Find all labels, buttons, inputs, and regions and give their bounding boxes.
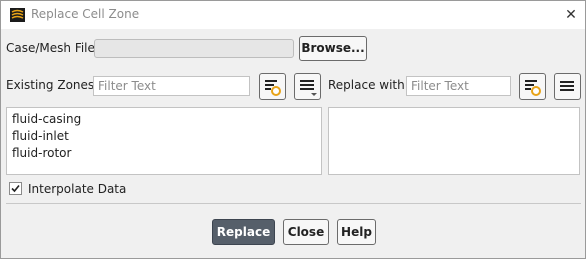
interpolate-data-checkbox[interactable] — [9, 182, 22, 195]
existing-zones-filter-options-button[interactable] — [259, 73, 286, 100]
browse-button[interactable]: Browse... — [299, 36, 367, 61]
list-options-icon — [300, 80, 317, 96]
case-mesh-file-field[interactable] — [94, 39, 294, 58]
filter-options-icon — [265, 80, 281, 96]
filter-options-icon — [525, 80, 541, 96]
list-options-icon — [560, 81, 574, 91]
close-icon[interactable]: ✕ — [561, 5, 581, 25]
list-item[interactable]: fluid-casing — [12, 112, 81, 126]
replace-button[interactable]: Replace — [212, 219, 275, 245]
replace-with-filter-options-button[interactable] — [519, 73, 546, 100]
close-button[interactable]: Close — [283, 219, 329, 245]
divider — [6, 203, 581, 204]
replace-with-label: Replace with — [328, 78, 405, 92]
window-title: Replace Cell Zone — [31, 7, 140, 21]
existing-zones-label: Existing Zones — [6, 78, 95, 92]
existing-zones-list-options-button[interactable] — [294, 73, 321, 100]
fluent-app-icon — [10, 8, 25, 22]
list-item[interactable]: fluid-rotor — [12, 146, 71, 160]
title-bar: Replace Cell Zone ✕ — [1, 1, 585, 29]
interpolate-data-label: Interpolate Data — [28, 182, 127, 196]
existing-zones-filter-input[interactable] — [93, 76, 250, 96]
replace-with-list-options-button[interactable] — [554, 73, 581, 100]
replace-cell-zone-dialog: Replace Cell Zone ✕ Case/Mesh File Brows… — [0, 0, 586, 259]
checkmark-icon — [11, 184, 20, 193]
replace-with-filter-input[interactable] — [406, 76, 511, 96]
case-mesh-file-label: Case/Mesh File — [6, 41, 95, 55]
list-item[interactable]: fluid-inlet — [12, 129, 69, 143]
existing-zones-list[interactable]: fluid-casing fluid-inlet fluid-rotor — [6, 107, 322, 175]
help-button[interactable]: Help — [337, 219, 376, 245]
replace-with-list[interactable] — [328, 107, 580, 175]
